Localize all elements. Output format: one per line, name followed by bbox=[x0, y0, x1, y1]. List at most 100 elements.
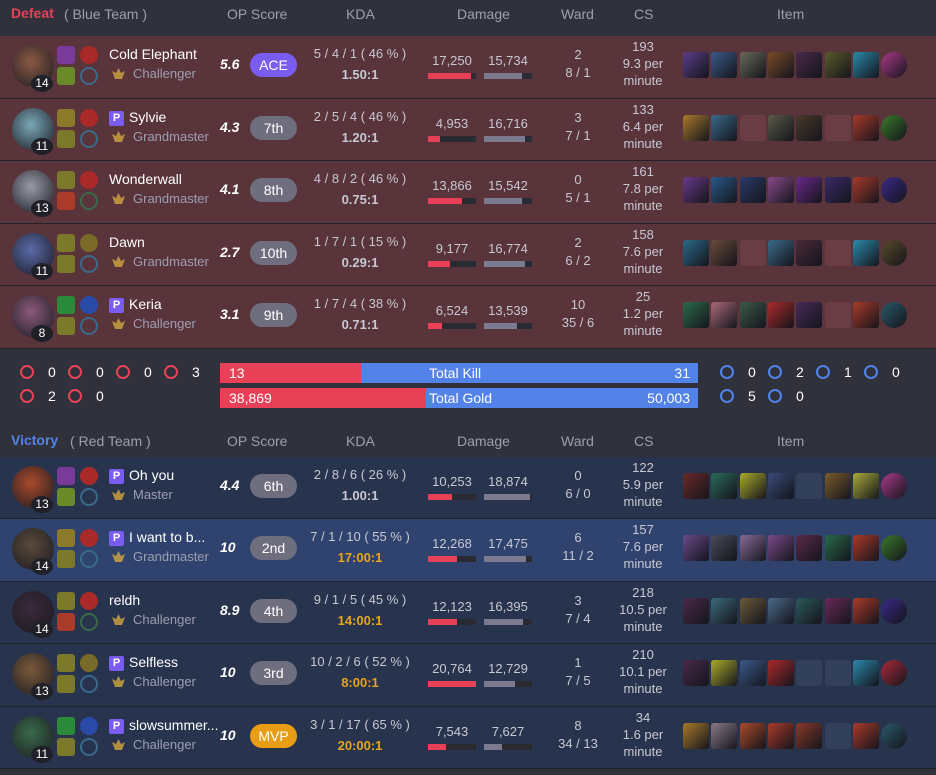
rune-icon[interactable] bbox=[80, 192, 98, 210]
rune-icon[interactable] bbox=[80, 675, 98, 693]
rune-icon[interactable] bbox=[57, 675, 75, 693]
item-icon[interactable] bbox=[767, 472, 794, 499]
item-icon[interactable] bbox=[767, 114, 794, 141]
item-icon[interactable] bbox=[683, 660, 709, 686]
item-icon[interactable] bbox=[683, 239, 709, 266]
item-icon[interactable] bbox=[683, 472, 709, 499]
player-name[interactable]: Oh you bbox=[129, 467, 174, 483]
player-row[interactable]: 13 P Oh you Master 4.4 6th 2 / 8 / 6 ( 26 % ) 1… bbox=[0, 456, 936, 519]
summoner-spell-icon[interactable] bbox=[80, 716, 98, 735]
rune-icon[interactable] bbox=[57, 487, 75, 506]
item-icon[interactable] bbox=[711, 114, 738, 141]
item-icon[interactable] bbox=[767, 239, 794, 266]
item-icon[interactable] bbox=[881, 302, 908, 328]
item-icon[interactable] bbox=[767, 535, 794, 561]
item-icon[interactable] bbox=[852, 722, 879, 749]
item-icon[interactable] bbox=[824, 472, 851, 499]
item-icon[interactable] bbox=[739, 597, 766, 624]
item-icon[interactable] bbox=[739, 302, 766, 328]
rune-icon[interactable] bbox=[57, 550, 75, 568]
item-icon[interactable] bbox=[881, 177, 908, 203]
player-name[interactable]: Sylvie bbox=[129, 109, 166, 125]
item-icon[interactable] bbox=[881, 535, 908, 561]
summoner-spell-icon[interactable] bbox=[80, 529, 98, 547]
item-icon[interactable] bbox=[824, 535, 851, 561]
player-row[interactable]: 11 P Sylvie Grandmaster 4.3 7th 2 / 5 / 4 ( 46… bbox=[0, 98, 936, 161]
item-icon[interactable] bbox=[711, 472, 738, 499]
item-icon[interactable] bbox=[711, 597, 738, 624]
player-name[interactable]: reldh bbox=[109, 592, 140, 608]
rune-icon[interactable] bbox=[80, 550, 98, 568]
summoner-spell-icon[interactable] bbox=[57, 296, 75, 314]
item-icon[interactable] bbox=[711, 535, 738, 561]
item-icon[interactable] bbox=[711, 302, 738, 328]
item-icon[interactable] bbox=[852, 239, 879, 266]
item-slot-empty[interactable] bbox=[824, 660, 851, 686]
summoner-spell-icon[interactable] bbox=[80, 108, 98, 127]
rune-icon[interactable] bbox=[57, 612, 75, 631]
item-icon[interactable] bbox=[852, 597, 879, 624]
item-icon[interactable] bbox=[881, 597, 908, 624]
player-row[interactable]: 14 reldh Challenger 8.9 4th 9 / 1 / 5 ( 45 % … bbox=[0, 581, 936, 644]
rune-icon[interactable] bbox=[80, 737, 98, 756]
item-icon[interactable] bbox=[683, 177, 709, 203]
item-slot-empty[interactable] bbox=[739, 239, 766, 266]
item-icon[interactable] bbox=[852, 535, 879, 561]
rune-icon[interactable] bbox=[80, 317, 98, 335]
rune-icon[interactable] bbox=[80, 612, 98, 631]
summoner-spell-icon[interactable] bbox=[57, 529, 75, 547]
item-icon[interactable] bbox=[739, 472, 766, 499]
summoner-spell-icon[interactable] bbox=[80, 233, 98, 252]
summoner-spell-icon[interactable] bbox=[57, 591, 75, 610]
rune-icon[interactable] bbox=[57, 317, 75, 335]
summoner-spell-icon[interactable] bbox=[80, 296, 98, 314]
rune-icon[interactable] bbox=[80, 67, 98, 85]
item-icon[interactable] bbox=[824, 597, 851, 624]
player-row[interactable]: 13 Wonderwall Grandmaster 4.1 8th 4 / 8 / 2 (… bbox=[0, 161, 936, 224]
item-slot-empty[interactable] bbox=[796, 472, 823, 499]
item-icon[interactable] bbox=[767, 722, 794, 749]
player-name[interactable]: Wonderwall bbox=[109, 171, 182, 187]
item-icon[interactable] bbox=[796, 52, 823, 78]
item-icon[interactable] bbox=[881, 472, 908, 499]
player-name[interactable]: Cold Elephant bbox=[109, 46, 197, 62]
item-icon[interactable] bbox=[852, 472, 879, 499]
item-icon[interactable] bbox=[683, 302, 709, 328]
item-slot-empty[interactable] bbox=[824, 114, 851, 141]
item-icon[interactable] bbox=[739, 52, 766, 78]
item-icon[interactable] bbox=[711, 52, 738, 78]
item-slot-empty[interactable] bbox=[739, 114, 766, 141]
item-icon[interactable] bbox=[796, 114, 823, 141]
item-icon[interactable] bbox=[683, 597, 709, 624]
player-row[interactable]: 14 Cold Elephant Challenger 5.6 ACE 5 / 4 / 1… bbox=[0, 36, 936, 99]
player-name[interactable]: Selfless bbox=[129, 654, 178, 670]
item-icon[interactable] bbox=[767, 177, 794, 203]
summoner-spell-icon[interactable] bbox=[57, 716, 75, 735]
item-icon[interactable] bbox=[824, 52, 851, 78]
summoner-spell-icon[interactable] bbox=[80, 591, 98, 610]
item-slot-empty[interactable] bbox=[824, 239, 851, 266]
item-icon[interactable] bbox=[767, 302, 794, 328]
rune-icon[interactable] bbox=[80, 129, 98, 148]
item-icon[interactable] bbox=[739, 177, 766, 203]
player-name[interactable]: slowsummer... bbox=[129, 717, 218, 733]
item-icon[interactable] bbox=[881, 660, 908, 686]
player-row[interactable]: 11 Pslowsummer... Challenger 10 MVP 3 / 1 / 1… bbox=[0, 706, 936, 769]
summoner-spell-icon[interactable] bbox=[80, 171, 98, 189]
item-icon[interactable] bbox=[796, 722, 823, 749]
item-icon[interactable] bbox=[711, 722, 738, 749]
summoner-spell-icon[interactable] bbox=[57, 108, 75, 127]
rune-icon[interactable] bbox=[57, 129, 75, 148]
rune-icon[interactable] bbox=[57, 737, 75, 756]
item-icon[interactable] bbox=[881, 114, 908, 141]
item-icon[interactable] bbox=[796, 177, 823, 203]
summoner-spell-icon[interactable] bbox=[57, 654, 75, 672]
rune-icon[interactable] bbox=[57, 254, 75, 273]
player-name[interactable]: Keria bbox=[129, 296, 162, 312]
item-icon[interactable] bbox=[852, 114, 879, 141]
item-icon[interactable] bbox=[739, 660, 766, 686]
item-icon[interactable] bbox=[683, 722, 709, 749]
item-icon[interactable] bbox=[767, 52, 794, 78]
item-icon[interactable] bbox=[881, 239, 908, 266]
player-row[interactable]: 14 P I want to b... Grandmaster 10 2nd 7 / 1 /… bbox=[0, 519, 936, 582]
